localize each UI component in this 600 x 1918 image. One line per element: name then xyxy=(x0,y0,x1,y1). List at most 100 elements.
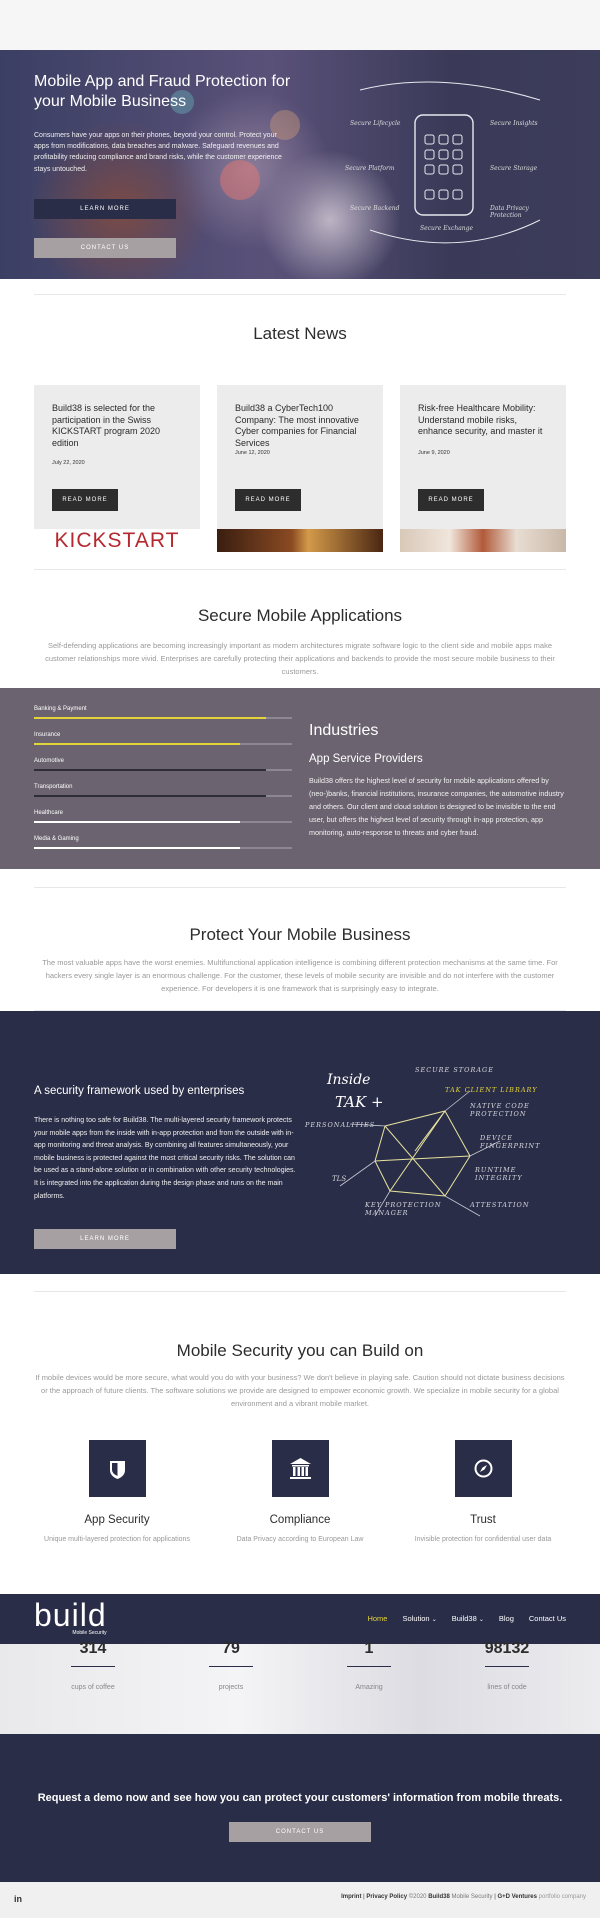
section-text: Self-defending applications are becoming… xyxy=(45,641,555,677)
industry-bar-label: Insurance xyxy=(34,732,61,738)
feature-text: Unique multi-layered protection for appl… xyxy=(44,1536,190,1544)
industry-bar-fill xyxy=(34,847,241,849)
copyright: ©2020 xyxy=(408,1894,427,1900)
top-bar xyxy=(0,0,600,50)
stat-value: 1 xyxy=(364,1640,374,1657)
industry-bar-track xyxy=(34,821,292,823)
sketch-label: Attestation xyxy=(470,1201,530,1209)
protect-section: Protect Your Mobile Business The most va… xyxy=(0,869,600,1011)
footer: in Imprint | Privacy Policy ©2020 Build3… xyxy=(0,1882,600,1918)
nav-item-contact[interactable]: Contact Us xyxy=(529,1613,566,1624)
sketch-inside: Inside xyxy=(327,1072,371,1088)
hero-section: Secure Lifecycle Secure Insights Secure … xyxy=(0,50,600,279)
stat-divider xyxy=(71,1666,115,1667)
industry-bar-label: Media & Gaming xyxy=(34,836,79,842)
learn-more-button[interactable]: Learn More xyxy=(34,1229,176,1249)
news-card-date: June 9, 2020 xyxy=(418,450,450,456)
stat-divider xyxy=(347,1666,391,1667)
chevron-down-icon: ⌄ xyxy=(431,1617,437,1623)
industry-bar-fill xyxy=(34,795,267,797)
read-more-button[interactable]: Read More xyxy=(418,489,484,511)
industry-bar: Media & Gaming xyxy=(34,834,292,860)
section-text: The most valuable apps have the worst en… xyxy=(42,958,558,994)
sketch-label: Secure Exchange xyxy=(420,225,474,232)
industries-text: Build38 offers the highest level of secu… xyxy=(309,776,564,837)
site-logo[interactable]: build Mobile Security xyxy=(34,1598,107,1640)
news-card-title[interactable]: Risk-free Healthcare Mobility: Understan… xyxy=(418,403,553,438)
sketch-label: Runtime Integrity xyxy=(475,1166,523,1183)
sketch-label: Native Code Protection xyxy=(470,1102,530,1119)
linkedin-icon[interactable]: in xyxy=(14,1893,22,1907)
imprint-link[interactable]: Imprint xyxy=(341,1894,361,1900)
industries-section: Banking & Payment Insurance Automotive Tran… xyxy=(0,688,600,869)
industry-bar-track xyxy=(34,847,292,849)
industry-bar-track xyxy=(34,743,292,745)
contact-us-button[interactable]: Contact Us xyxy=(229,1822,371,1842)
nav-item-blog[interactable]: Blog xyxy=(499,1613,514,1624)
nav-item-home[interactable]: Home xyxy=(367,1613,387,1624)
separator: | xyxy=(494,1894,496,1900)
feature-title: Trust xyxy=(470,1514,496,1526)
news-card-image[interactable]: KICKSTART xyxy=(34,529,200,552)
hero-text: Consumers have your apps on their phones… xyxy=(34,132,282,173)
industry-bar-fill xyxy=(34,717,267,719)
stat-item: 79 projects xyxy=(198,1640,264,1694)
industries-title: Industries xyxy=(309,722,379,739)
industry-bar-label: Automotive xyxy=(34,758,65,764)
hero-title: Mobile App and Fraud Protection for your… xyxy=(34,73,291,110)
news-card[interactable]: Risk-free Healthcare Mobility: Understan… xyxy=(400,385,566,552)
sketch-tak: TAK + xyxy=(335,1093,384,1111)
learn-more-button[interactable]: Learn More xyxy=(34,199,176,219)
sketch-label: TAK Client Library xyxy=(445,1086,538,1094)
divider xyxy=(34,887,566,888)
industry-bar-track xyxy=(34,717,292,719)
industry-bar-track xyxy=(34,769,292,771)
news-card-date: July 22, 2020 xyxy=(52,460,85,466)
news-card[interactable]: Build38 a CyberTech100 Company: The most… xyxy=(217,385,383,552)
industry-bar-fill xyxy=(34,743,241,745)
news-card-image[interactable] xyxy=(217,529,383,552)
nav-menu: Home Solution ⌄ Build38 ⌄ Blog Contact U… xyxy=(367,1594,566,1644)
read-more-button[interactable]: Read More xyxy=(235,489,301,511)
framework-sketch: Inside TAK + Secure Storage TAK Client L… xyxy=(305,1066,570,1256)
privacy-link[interactable]: Privacy Policy xyxy=(366,1894,407,1900)
nav-item-solution[interactable]: Solution ⌄ xyxy=(402,1613,436,1625)
sketch-label: Data Privacy Protection xyxy=(490,205,529,220)
news-card-title[interactable]: Build38 a CyberTech100 Company: The most… xyxy=(235,403,370,450)
industry-bar: Healthcare xyxy=(34,808,292,834)
industry-bar: Banking & Payment xyxy=(34,704,292,730)
chevron-down-icon: ⌄ xyxy=(478,1617,484,1623)
industry-bar-label: Banking & Payment xyxy=(34,706,87,712)
feature-text: Invisible protection for confidential us… xyxy=(414,1536,552,1544)
divider xyxy=(34,1291,566,1292)
stat-divider xyxy=(209,1666,253,1667)
stat-label: Amazing xyxy=(355,1684,383,1691)
section-text: If mobile devices would be more secure, … xyxy=(35,1373,565,1409)
company-name: Build38 xyxy=(428,1894,450,1900)
stat-label: cups of coffee xyxy=(71,1684,115,1691)
kickstart-logo: KICKSTART xyxy=(54,529,180,552)
cta-section: Request a demo now and see how you can p… xyxy=(0,1734,600,1882)
contact-us-button[interactable]: Contact Us xyxy=(34,238,176,258)
divider xyxy=(34,294,566,295)
agency-link[interactable]: G+D Ventures xyxy=(497,1894,537,1900)
nav-item-label: Solution xyxy=(402,1614,430,1623)
nav-item-build38[interactable]: Build38 ⌄ xyxy=(452,1613,484,1625)
news-card-image[interactable] xyxy=(400,529,566,552)
section-title: Mobile Security you can Build on xyxy=(176,1341,424,1360)
cta-text: Request a demo now and see how you can p… xyxy=(37,1792,563,1804)
news-card-date: June 12, 2020 xyxy=(235,450,270,456)
news-card[interactable]: Build38 is selected for the participatio… xyxy=(34,385,200,552)
nav-item-label: Build38 xyxy=(451,1614,477,1623)
footer-links: Imprint | Privacy Policy ©2020 Build38 M… xyxy=(341,1893,586,1902)
stat-value: 314 xyxy=(79,1640,107,1657)
sketch-label: Secure Lifecycle xyxy=(350,120,401,127)
framework-section: A security framework used by enterprises… xyxy=(0,1011,600,1274)
bank-icon xyxy=(271,1440,329,1497)
news-card-title[interactable]: Build38 is selected for the participatio… xyxy=(52,403,187,450)
feature-title: App Security xyxy=(84,1514,150,1526)
logo-text: build xyxy=(34,1597,107,1633)
stat-item: 314 cups of coffee xyxy=(60,1640,126,1694)
read-more-button[interactable]: Read More xyxy=(52,489,118,511)
compass-icon xyxy=(454,1440,512,1497)
